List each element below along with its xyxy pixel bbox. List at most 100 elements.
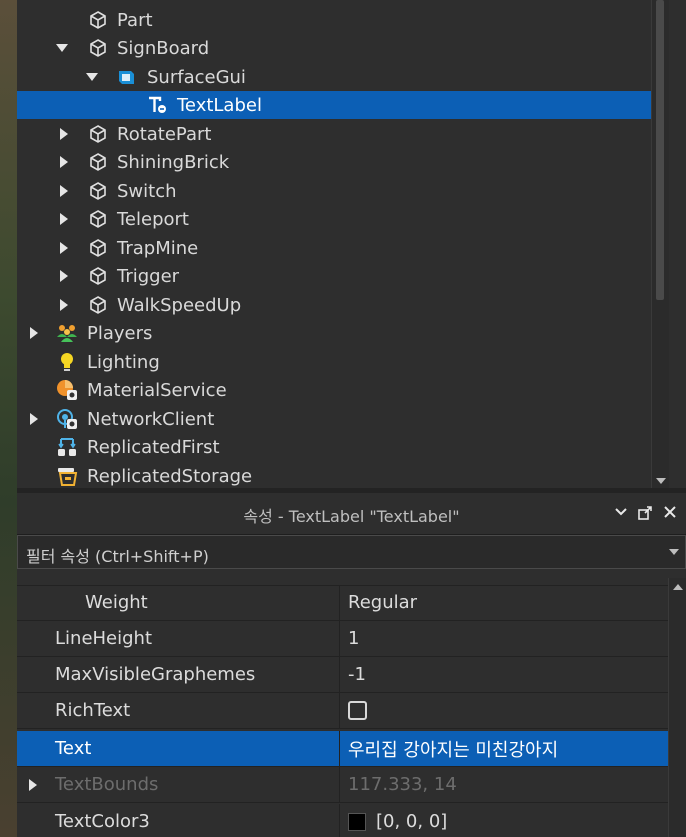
tree-item-switch[interactable]: Switch — [17, 177, 669, 205]
tree-item-trapmine[interactable]: TrapMine — [17, 234, 669, 262]
part-cube-icon — [87, 208, 109, 230]
scroll-down-icon[interactable] — [656, 478, 666, 484]
network-client-icon — [56, 408, 78, 430]
property-name-text: TextColor3 — [55, 811, 150, 832]
part-cube-icon — [87, 237, 109, 259]
chevron-down-icon[interactable] — [86, 73, 98, 81]
chevron-right-icon[interactable] — [30, 413, 38, 425]
property-row-lineheight[interactable]: LineHeight 1 — [17, 621, 668, 657]
part-cube-icon — [87, 123, 109, 145]
color-swatch[interactable] — [348, 812, 366, 831]
property-row-maxvisiblegraphemes[interactable]: MaxVisibleGraphemes -1 — [17, 657, 668, 693]
tree-item-label: WalkSpeedUp — [117, 294, 242, 316]
properties-title: 속성 - TextLabel "TextLabel" — [243, 507, 460, 526]
tree-item-walkspeedup[interactable]: WalkSpeedUp — [17, 291, 669, 319]
scroll-up-icon[interactable] — [673, 584, 683, 590]
property-row-weight[interactable]: Weight Regular — [17, 585, 668, 621]
tree-item-label: ShiningBrick — [117, 151, 230, 173]
replicated-first-icon — [56, 436, 78, 458]
tree-item-rotatepart[interactable]: RotatePart — [17, 120, 669, 148]
property-value[interactable]: Regular — [341, 585, 668, 620]
property-name: TextBounds — [17, 767, 340, 802]
richtext-checkbox[interactable] — [348, 701, 367, 720]
chevron-right-icon[interactable] — [60, 299, 68, 311]
properties-scrollbar[interactable] — [668, 578, 686, 837]
part-cube-icon — [87, 151, 109, 173]
explorer-scrollbar[interactable] — [651, 0, 669, 488]
chevron-right-icon[interactable] — [60, 270, 68, 282]
tree-item-networkclient[interactable]: NetworkClient — [17, 405, 669, 433]
tree-item-label: TrapMine — [117, 237, 199, 259]
property-row-text[interactable]: Text 우리집 강아지는 미친강아지 — [17, 731, 668, 767]
explorer-panel: Part SignBoard SurfaceGui TextLabel Rota… — [17, 0, 669, 488]
chevron-right-icon[interactable] — [60, 242, 68, 254]
viewport-edge — [0, 0, 17, 837]
tree-item-trigger[interactable]: Trigger — [17, 262, 669, 290]
tree-item-label: SurfaceGui — [147, 66, 246, 88]
tree-item-label: SignBoard — [117, 37, 210, 59]
tree-item-label: Teleport — [117, 208, 189, 230]
tree-item-replicatedfirst[interactable]: ReplicatedFirst — [17, 433, 669, 461]
partial-row — [17, 569, 668, 586]
chevron-right-icon[interactable] — [60, 128, 68, 140]
tree-item-label: TextLabel — [177, 94, 262, 116]
tree-item-label: Switch — [117, 180, 177, 202]
chevron-right-icon[interactable] — [60, 185, 68, 197]
chevron-down-icon[interactable] — [56, 44, 68, 52]
tree-item-shiningbrick[interactable]: ShiningBrick — [17, 148, 669, 176]
part-cube-icon — [87, 265, 109, 287]
property-name: Weight — [17, 585, 340, 620]
property-name: Text — [17, 731, 340, 766]
property-name: RichText — [17, 693, 340, 728]
tree-item-replicatedstorage[interactable]: ReplicatedStorage — [17, 462, 669, 488]
tree-item-label: Part — [117, 9, 153, 31]
properties-header: 속성 - TextLabel "TextLabel" — [17, 493, 686, 535]
chevron-right-icon[interactable] — [60, 156, 68, 168]
property-value: 117.333, 14 — [348, 774, 457, 795]
scrollbar-thumb[interactable] — [656, 0, 664, 300]
tree-item-label: Trigger — [117, 265, 180, 287]
tree-item-label: ReplicatedFirst — [87, 436, 220, 458]
property-value — [341, 693, 668, 728]
property-row-textcolor3[interactable]: TextColor3 [0, 0, 0] — [17, 804, 668, 837]
part-cube-icon — [87, 9, 109, 31]
property-name: MaxVisibleGraphemes — [17, 657, 340, 692]
part-cube-icon — [87, 180, 109, 202]
tree-item-label: RotatePart — [117, 123, 212, 145]
chevron-down-icon[interactable] — [613, 505, 629, 521]
tree-item-label: MaterialService — [87, 379, 227, 401]
chevron-down-icon[interactable] — [669, 549, 679, 555]
surfacegui-icon — [115, 66, 137, 88]
tree-item-surfacegui[interactable]: SurfaceGui — [17, 63, 669, 91]
replicated-storage-icon — [56, 465, 78, 487]
material-service-icon — [56, 379, 78, 401]
property-name: TextColor3 — [17, 804, 340, 837]
tree-item-textlabel[interactable]: TextLabel — [17, 91, 669, 119]
property-value[interactable]: 1 — [341, 621, 668, 656]
tree-item-signboard[interactable]: SignBoard — [17, 34, 669, 62]
property-value[interactable]: -1 — [341, 657, 668, 692]
chevron-right-icon[interactable] — [60, 213, 68, 225]
part-cube-icon — [87, 37, 109, 59]
close-icon[interactable] — [662, 505, 678, 521]
tree-item-label: Lighting — [87, 351, 160, 373]
property-filter-input[interactable]: 필터 속성 (Ctrl+Shift+P) — [17, 535, 686, 569]
tree-item-label: Players — [87, 322, 153, 344]
chevron-right-icon[interactable] — [30, 327, 38, 339]
property-row-richtext[interactable]: RichText — [17, 693, 668, 729]
property-value[interactable]: [0, 0, 0] — [341, 804, 668, 837]
tree-item-players[interactable]: Players — [17, 319, 669, 347]
property-row-textbounds[interactable]: TextBounds 117.333, 14 — [17, 767, 668, 803]
tree-item-teleport[interactable]: Teleport — [17, 205, 669, 233]
tree-item-materialservice[interactable]: MaterialService — [17, 376, 669, 404]
lighting-bulb-icon — [56, 351, 78, 373]
textlabel-icon — [146, 94, 168, 116]
undock-icon[interactable] — [637, 505, 653, 521]
tree-item-part[interactable]: Part — [17, 6, 669, 34]
properties-grid: Weight Regular LineHeight 1 MaxVisibleGr… — [17, 569, 686, 837]
tree-item-lighting[interactable]: Lighting — [17, 348, 669, 376]
part-cube-icon — [87, 294, 109, 316]
color-value: [0, 0, 0] — [376, 811, 448, 832]
tree-item-label: ReplicatedStorage — [87, 465, 253, 487]
property-value[interactable]: 우리집 강아지는 미친강아지 — [341, 731, 668, 766]
